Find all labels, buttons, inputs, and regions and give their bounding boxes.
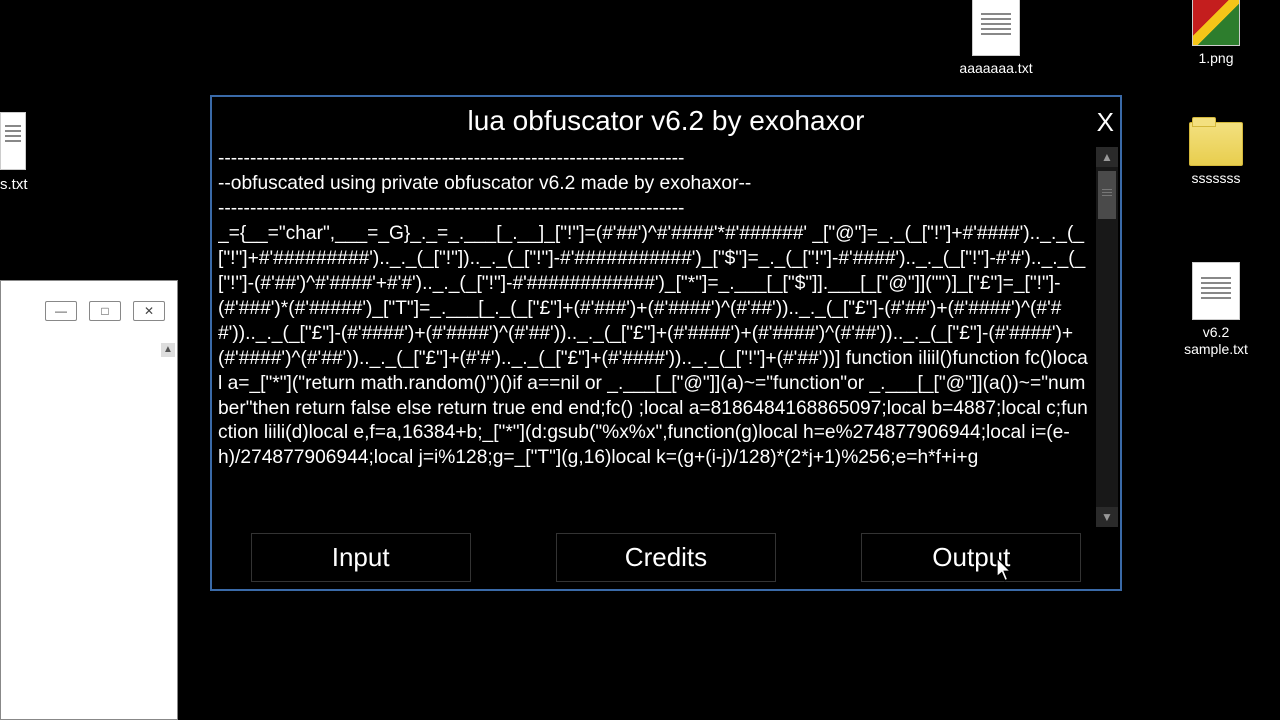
- desktop-icon-label: aaaaaaa.txt: [956, 60, 1036, 76]
- desktop-icon-label: 1.png: [1176, 50, 1256, 66]
- desktop-icon-textfile-edge[interactable]: s.txt: [0, 112, 38, 193]
- credits-button[interactable]: Credits: [556, 533, 776, 582]
- scrollbar[interactable]: ▲ ▼: [1096, 147, 1118, 527]
- close-button[interactable]: ✕: [133, 301, 165, 321]
- output-button[interactable]: Output: [861, 533, 1081, 582]
- input-button[interactable]: Input: [251, 533, 471, 582]
- desktop-icon-label: sssssss: [1176, 170, 1256, 186]
- image-icon: [1192, 0, 1240, 46]
- close-button[interactable]: X: [1097, 107, 1114, 138]
- desktop-icon-folder-1[interactable]: sssssss: [1176, 122, 1256, 186]
- textfile-icon: [1192, 262, 1240, 320]
- background-window-body: [1, 341, 161, 719]
- scroll-up-icon[interactable]: ▲: [161, 343, 175, 357]
- desktop-icon-label: v6.2 sample.txt: [1176, 324, 1256, 358]
- folder-icon: [1189, 122, 1243, 166]
- obfuscator-window: lua obfuscator v6.2 by exohaxor X ------…: [210, 95, 1122, 591]
- output-text[interactable]: ----------------------------------------…: [218, 147, 1090, 527]
- output-panel: ----------------------------------------…: [212, 147, 1120, 527]
- textfile-icon: [972, 0, 1020, 56]
- scroll-down-icon[interactable]: ▼: [1096, 507, 1118, 527]
- desktop-icon-label: s.txt: [0, 176, 28, 193]
- minimize-button[interactable]: —: [45, 301, 77, 321]
- desktop-icon-textfile-2[interactable]: v6.2 sample.txt: [1176, 262, 1256, 358]
- desktop-icon-image-1[interactable]: 1.png: [1176, 0, 1256, 66]
- window-title-bar[interactable]: lua obfuscator v6.2 by exohaxor X: [212, 97, 1120, 147]
- restore-button[interactable]: □: [89, 301, 121, 321]
- desktop-icon-textfile-1[interactable]: aaaaaaa.txt: [956, 0, 1036, 76]
- button-row: Input Credits Output: [212, 527, 1120, 590]
- background-window: — □ ✕ ▲: [0, 280, 178, 720]
- window-title: lua obfuscator v6.2 by exohaxor: [468, 105, 865, 136]
- scroll-up-icon[interactable]: ▲: [1096, 147, 1118, 167]
- scroll-thumb[interactable]: [1098, 171, 1116, 219]
- textfile-icon: [0, 112, 26, 170]
